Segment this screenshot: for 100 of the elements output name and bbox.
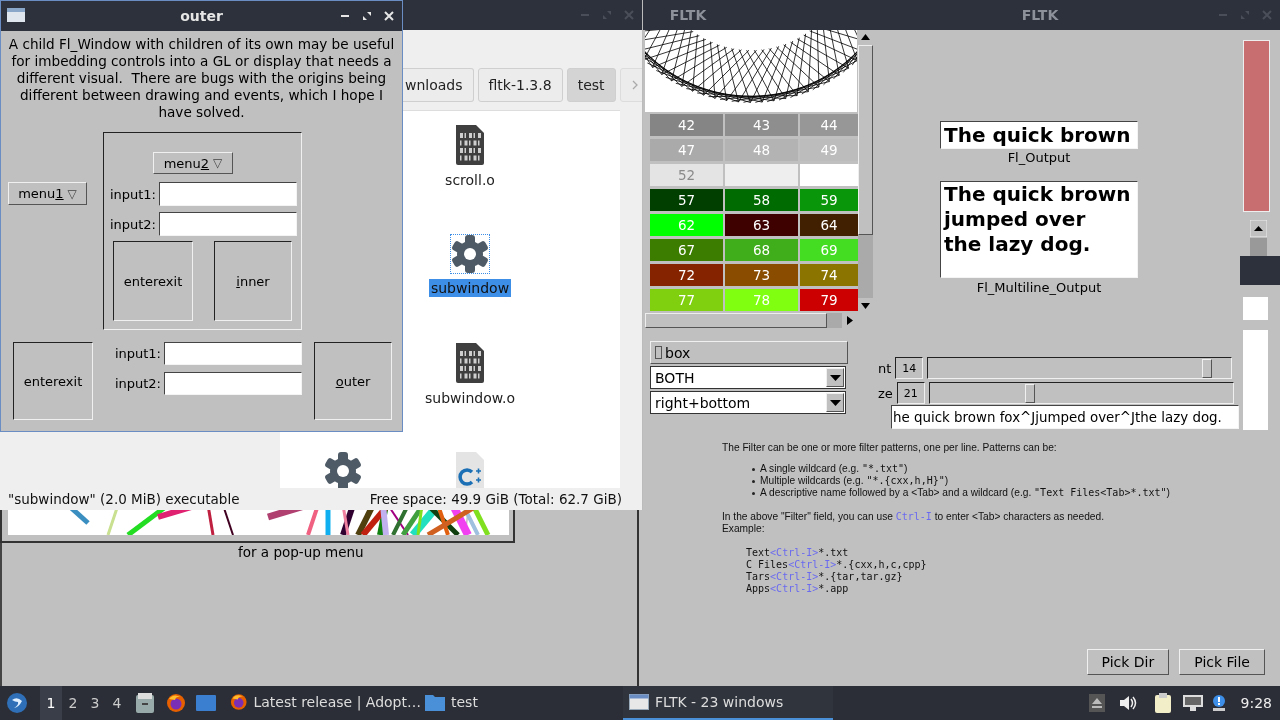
- menu-button[interactable]: menu1 ▽: [8, 182, 87, 205]
- file-name[interactable]: subwindow: [428, 279, 512, 297]
- help-note: In the above "Filter" field, you can use Ctrl-I to enter <Tab> characters as needed.: [722, 511, 1106, 523]
- slider-track[interactable]: [927, 357, 1233, 379]
- color-cell: 68: [725, 239, 798, 261]
- color-cell: 47: [650, 139, 723, 161]
- window-icon: [7, 8, 25, 22]
- window-title: FLTK: [1021, 7, 1059, 23]
- start-menu-icon[interactable]: [6, 692, 28, 714]
- color-cell: 48: [725, 139, 798, 161]
- slider-label: ze: [878, 385, 893, 401]
- maximize-icon[interactable]: [362, 11, 372, 21]
- color-cell: 42: [650, 114, 723, 136]
- input-field[interactable]: [159, 182, 297, 206]
- pick-button[interactable]: Pick File: [1179, 649, 1265, 675]
- color-cell: 58: [725, 189, 798, 211]
- title-bar: [1240, 256, 1280, 285]
- enterexit-box[interactable]: enterexit: [13, 342, 93, 420]
- network-icon[interactable]: [1182, 695, 1203, 711]
- window-icon: [629, 694, 649, 710]
- color-cell: 73: [725, 264, 798, 286]
- scroll-thumb[interactable]: [645, 313, 827, 328]
- scroll-thumb[interactable]: [858, 45, 873, 235]
- input-field[interactable]: [164, 342, 302, 365]
- clipboard-icon[interactable]: [1154, 693, 1171, 713]
- bullet-icon: [752, 467, 755, 471]
- scroll-up-icon[interactable]: [1250, 220, 1267, 237]
- menu-button[interactable]: menu2 ▽: [153, 152, 233, 174]
- color-cell: 79: [800, 289, 858, 311]
- slider-thumb[interactable]: [1024, 384, 1035, 403]
- binary-file-icon: [454, 343, 486, 383]
- text-input[interactable]: he quick brown fox^Jjumped over^Jthe lazy dog.: [891, 405, 1239, 429]
- file-cabinet-icon[interactable]: [136, 693, 154, 713]
- color-cell: 69: [800, 239, 858, 261]
- slider-value: 14: [895, 357, 924, 379]
- bullet-icon: [752, 491, 755, 495]
- example-line: Text<Ctrl-I>*.txt: [746, 547, 850, 559]
- color-cell: 64: [800, 214, 858, 236]
- task-button[interactable]: Latest release | Adopt…: [228, 686, 423, 720]
- input-field[interactable]: [159, 212, 297, 236]
- color-cell: 78: [725, 289, 798, 311]
- help-bullet: A single wildcard (e.g. "*.txt"): [760, 463, 908, 475]
- eject-icon[interactable]: [1088, 694, 1105, 712]
- inner-box[interactable]: inner: [214, 241, 292, 321]
- chevron-right-icon: [631, 80, 638, 90]
- notification-icon[interactable]: [1210, 694, 1227, 712]
- workspace-button[interactable]: 4: [106, 686, 128, 720]
- input-field[interactable]: [164, 372, 302, 395]
- file-name[interactable]: scroll.o: [443, 171, 497, 189]
- dropdown-icon: [829, 399, 841, 406]
- color-cell: 67: [650, 239, 723, 261]
- checkbox[interactable]: box: [650, 341, 848, 364]
- caption-text: for a pop-up menu: [238, 544, 364, 560]
- path-button[interactable]: wnloads: [403, 68, 474, 102]
- workspace-button[interactable]: 2: [62, 686, 84, 720]
- clock-text: 9:28: [1240, 695, 1272, 711]
- path-button[interactable]: test: [566, 68, 616, 102]
- help-bullet: A descriptive name followed by a <Tab> and a wildcard (e.g. "Text Files<Tab>*.txt"): [760, 487, 1170, 499]
- scroll-thumb[interactable]: [1250, 238, 1267, 256]
- input-label: input2:: [108, 216, 157, 232]
- workspace-button[interactable]: 3: [84, 686, 106, 720]
- input-label: input2:: [113, 376, 162, 391]
- color-cell: 43: [725, 114, 798, 136]
- help-bullet: Multiple wildcards (e.g. "*.{cxx,h,H}"): [760, 475, 949, 487]
- status-text: "subwindow" (2.0 MiB) executable: [8, 490, 240, 507]
- status-text: Free space: 49.9 GiB (Total: 62.7 GiB): [369, 490, 622, 507]
- outer-box[interactable]: outer: [314, 342, 392, 420]
- slider-value: 21: [896, 382, 925, 404]
- volume-icon[interactable]: [1118, 695, 1137, 711]
- input-label: input1:: [108, 186, 157, 202]
- workspace-button[interactable]: 1: [40, 686, 62, 720]
- gear-icon: [451, 235, 489, 273]
- input-field[interactable]: [1243, 297, 1268, 320]
- description-text: A child Fl_Window with children of its own may be useful for imbedding controls into a GL or display that needs a different visual. There are bugs with the origins being different between drawing and events, which I hope I have solved.: [7, 36, 396, 121]
- dropdown-icon: [829, 374, 841, 381]
- firefox-icon: [230, 692, 248, 712]
- help-text: The Filter can be one or more filter patterns, one per line. Patterns can be:: [722, 442, 1058, 454]
- firefox-icon[interactable]: [166, 693, 186, 713]
- multiline-output-label: Fl_Multiline_Output: [975, 280, 1103, 295]
- example-line: Tars<Ctrl-I>*.{tar,tar.gz}: [746, 571, 904, 583]
- color-cell: 57: [650, 189, 723, 211]
- window-title: FLTK: [669, 7, 707, 23]
- slider-track[interactable]: [928, 382, 1234, 404]
- task-button[interactable]: FLTK - 23 windows: [623, 686, 833, 720]
- pick-button[interactable]: Pick Dir: [1086, 649, 1170, 675]
- color-cell: 74: [800, 264, 858, 286]
- task-button[interactable]: test: [423, 686, 503, 720]
- path-button[interactable]: fltk-1.3.8: [477, 68, 563, 102]
- multiline-output-field: The quick brown jumped over the lazy dog.: [940, 181, 1138, 278]
- color-cell: 77: [650, 289, 723, 311]
- output-field: The quick brown: [940, 121, 1138, 149]
- choice-dropdown[interactable]: right+bottom: [650, 391, 846, 414]
- enterexit-box[interactable]: enterexit: [113, 241, 193, 321]
- color-cell: 52: [650, 164, 723, 186]
- window-title: outer: [180, 8, 223, 24]
- example-label: Example:: [722, 523, 766, 535]
- slider-thumb[interactable]: [1202, 359, 1213, 378]
- choice-dropdown[interactable]: BOTH: [650, 366, 846, 389]
- file-name[interactable]: subwindow.o: [423, 389, 517, 407]
- folder-icon: [425, 693, 445, 711]
